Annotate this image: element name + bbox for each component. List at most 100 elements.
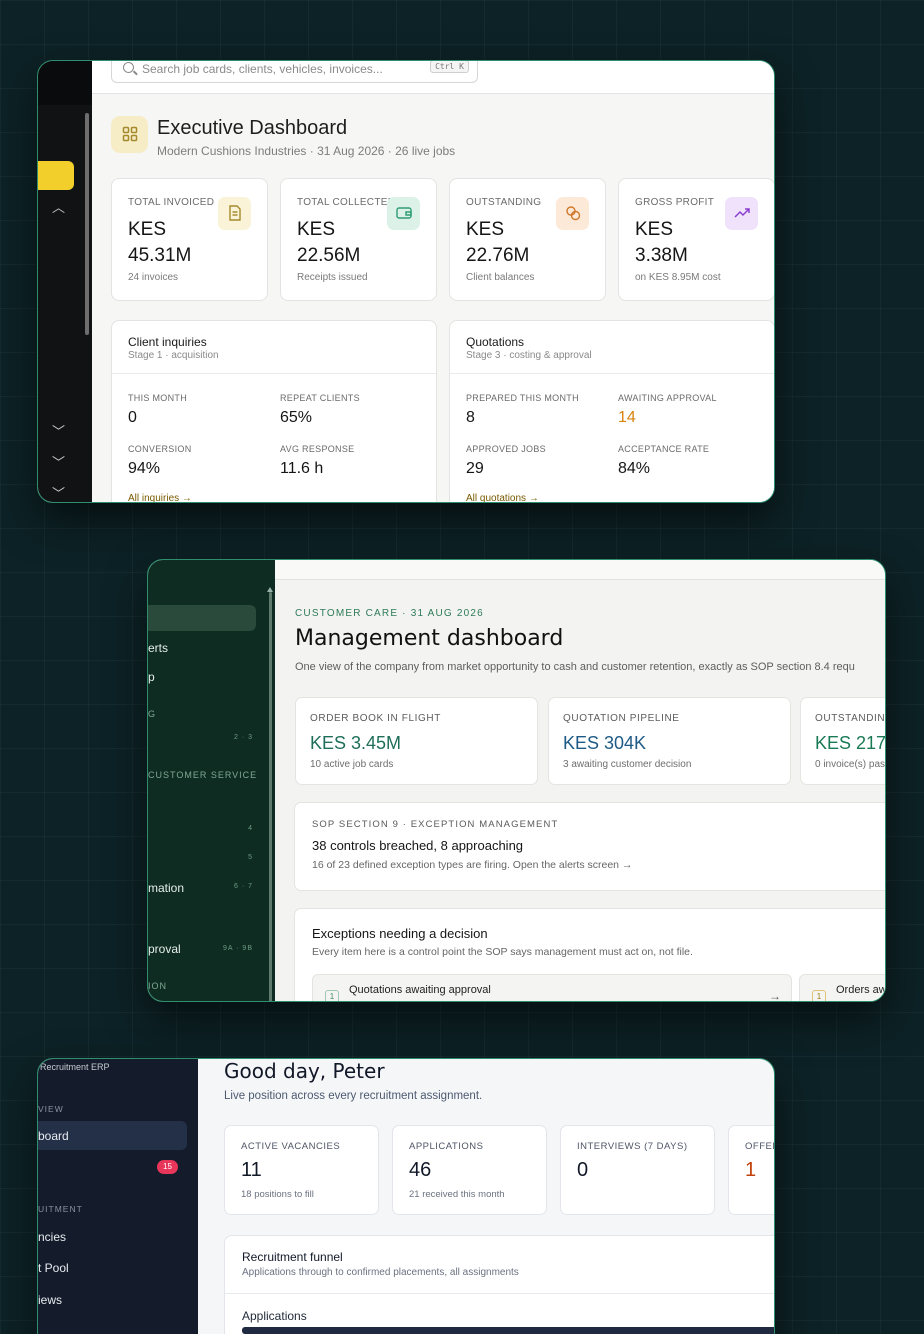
sidebar-scrollbar[interactable] bbox=[269, 592, 272, 1001]
kpi-value: 3.38M bbox=[635, 245, 688, 266]
main-content: CUSTOMER CARE · 31 AUG 2026 Management d… bbox=[275, 560, 885, 1001]
all-inquiries-link[interactable]: All inquiries → bbox=[128, 493, 192, 502]
sidebar-item-interviews[interactable]: iews bbox=[38, 1293, 62, 1307]
chevron-up-icon[interactable]: ︿ bbox=[52, 201, 65, 214]
exception-management-alert[interactable]: SOP SECTION 9 · EXCEPTION MANAGEMENT 38 … bbox=[294, 802, 885, 891]
sidebar-item-dashboard[interactable]: board bbox=[38, 1129, 69, 1143]
kpi-value: 22.76M bbox=[466, 245, 530, 266]
panel-title: Client inquiries bbox=[128, 335, 207, 349]
all-quotations-link[interactable]: All quotations → bbox=[466, 493, 539, 502]
panel-title: Quotations bbox=[466, 335, 525, 349]
metric-label: PREPARED THIS MONTH bbox=[466, 393, 579, 403]
card-label: OUTSTANDING bbox=[815, 713, 886, 724]
metric-value: 29 bbox=[466, 460, 484, 477]
kpi-label: GROSS PROFIT bbox=[635, 197, 715, 208]
funnel-stage-bar bbox=[242, 1327, 774, 1334]
kpi-card-gross-profit: GROSS PROFIT KES 3.38M on KES 8.95M cost bbox=[618, 178, 774, 301]
kpi-subtext: Receipts issued bbox=[297, 272, 368, 283]
kpi-label: TOTAL INVOICED bbox=[128, 197, 215, 208]
chevron-down-icon[interactable]: ﹀ bbox=[52, 487, 65, 500]
card-label: QUOTATION PIPELINE bbox=[563, 713, 680, 724]
metric-label: REPEAT CLIENTS bbox=[280, 393, 360, 403]
exception-row[interactable]: 1 Orders aw bbox=[799, 974, 886, 1001]
metric-label: ACCEPTANCE RATE bbox=[618, 444, 710, 454]
trend-up-icon bbox=[725, 197, 758, 230]
divider bbox=[112, 373, 436, 374]
kpi-subtext: on KES 8.95M cost bbox=[635, 272, 721, 283]
card-value: 11 bbox=[241, 1159, 262, 1181]
sidebar-item-talent-pool[interactable]: t Pool bbox=[38, 1261, 69, 1275]
card-value: 1 bbox=[745, 1159, 757, 1181]
card-quotation-pipeline: QUOTATION PIPELINE KES 304K 3 awaiting c… bbox=[548, 697, 791, 785]
sidebar-item[interactable]: p bbox=[148, 670, 155, 684]
card-value: 46 bbox=[409, 1159, 432, 1181]
exception-label: Orders aw bbox=[836, 984, 886, 996]
page-subtitle: Modern Cushions Industries · 31 Aug 2026… bbox=[157, 144, 456, 158]
panel-subtitle: Applications through to confirmed placem… bbox=[242, 1267, 519, 1278]
card-label: ACTIVE VACANCIES bbox=[241, 1141, 341, 1152]
kpi-subtext: Client balances bbox=[466, 272, 535, 283]
arrow-right-icon: → bbox=[769, 989, 781, 1002]
card-order-book: ORDER BOOK IN FLIGHT KES 3.45M 10 active… bbox=[295, 697, 538, 785]
sidebar-count: 2 · 3 bbox=[233, 734, 253, 741]
page-eyebrow: CUSTOMER CARE · 31 AUG 2026 bbox=[295, 608, 484, 619]
sidebar-active-item[interactable] bbox=[148, 605, 256, 631]
sidebar: erts p G 2 · 3 CUSTOMER SERVICE 4 5 mati… bbox=[148, 560, 275, 1001]
kpi-currency: KES bbox=[466, 219, 505, 240]
chevron-down-icon[interactable]: ﹀ bbox=[52, 425, 65, 438]
panel-title: Exceptions needing a decision bbox=[312, 926, 488, 941]
funnel-stage-label: Applications bbox=[242, 1309, 307, 1323]
card-subtext: 3 awaiting customer decision bbox=[563, 759, 692, 770]
panel-title: Recruitment funnel bbox=[242, 1250, 343, 1264]
sidebar-header bbox=[38, 61, 92, 105]
keyboard-shortcut: Ctrl K bbox=[430, 61, 469, 73]
coins-icon bbox=[556, 197, 589, 230]
exception-row[interactable]: 1 Quotations awaiting approval → bbox=[312, 974, 792, 1002]
card-subtext: 18 positions to fill bbox=[241, 1189, 314, 1200]
card-label: ORDER BOOK IN FLIGHT bbox=[310, 713, 441, 724]
card-offers: OFFERS 1 bbox=[728, 1125, 774, 1215]
search-input[interactable]: Search job cards, clients, vehicles, inv… bbox=[111, 61, 478, 83]
chevron-down-icon[interactable]: ﹀ bbox=[52, 456, 65, 469]
card-value: 0 bbox=[577, 1159, 589, 1181]
sidebar-active-item[interactable] bbox=[38, 161, 74, 190]
sidebar-item-vacancies[interactable]: ncies bbox=[38, 1230, 66, 1244]
metric-label: APPROVED JOBS bbox=[466, 444, 546, 454]
greeting-subtitle: Live position across every recruitment a… bbox=[224, 1090, 483, 1102]
greeting-title: Good day, Peter bbox=[224, 1059, 385, 1083]
main-content: Search job cards, clients, vehicles, inv… bbox=[92, 61, 774, 502]
sidebar-scrollbar[interactable] bbox=[85, 113, 89, 335]
sidebar: ︿ ﹀ ﹀ ﹀ bbox=[38, 61, 92, 502]
panel-subtitle: Stage 1 · acquisition bbox=[128, 350, 219, 361]
sidebar: Recruitment ERP VIEW board 15 UITMENT nc… bbox=[38, 1059, 198, 1334]
card-subtext: 10 active job cards bbox=[310, 759, 394, 770]
card-subtext: 0 invoice(s) pas bbox=[815, 759, 886, 770]
metric-value: 0 bbox=[128, 409, 137, 426]
page-description: One view of the company from market oppo… bbox=[295, 661, 855, 673]
card-label: APPLICATIONS bbox=[409, 1141, 484, 1152]
recruitment-erp-window: Recruitment ERP VIEW board 15 UITMENT nc… bbox=[37, 1058, 775, 1334]
card-outstanding: OUTSTANDING KES 217K 0 invoice(s) pas bbox=[800, 697, 886, 785]
metric-value: 94% bbox=[128, 460, 161, 477]
kpi-value: 22.56M bbox=[297, 245, 361, 266]
sidebar-item-alerts[interactable]: erts bbox=[148, 641, 168, 655]
sidebar-item-information[interactable]: mation bbox=[148, 881, 184, 895]
card-subtext: 21 received this month bbox=[409, 1189, 505, 1200]
sidebar-section: G bbox=[148, 709, 157, 719]
sidebar-count: 5 bbox=[248, 854, 253, 861]
alert-detail[interactable]: 16 of 23 defined exception types are fir… bbox=[312, 859, 632, 871]
sidebar-count: 9A · 9B bbox=[223, 945, 253, 952]
card-active-vacancies: ACTIVE VACANCIES 11 18 positions to fill bbox=[224, 1125, 379, 1215]
kpi-value: 45.31M bbox=[128, 245, 192, 266]
alert-eyebrow: SOP SECTION 9 · EXCEPTION MANAGEMENT bbox=[312, 819, 559, 830]
metric-label: AWAITING APPROVAL bbox=[618, 393, 717, 403]
top-bar: Search job cards, clients, vehicles, inv… bbox=[92, 61, 774, 94]
metric-value: 84% bbox=[618, 460, 651, 477]
sidebar-section-recruitment: UITMENT bbox=[38, 1204, 83, 1214]
sidebar-count: 6 · 7 bbox=[233, 883, 253, 890]
document-icon bbox=[218, 197, 251, 230]
sidebar-section-customer-service: CUSTOMER SERVICE bbox=[148, 770, 258, 780]
page-title: Executive Dashboard bbox=[157, 117, 348, 139]
sidebar-item-approval[interactable]: proval bbox=[148, 942, 181, 956]
panel-subtitle: Every item here is a control point the S… bbox=[312, 946, 693, 958]
